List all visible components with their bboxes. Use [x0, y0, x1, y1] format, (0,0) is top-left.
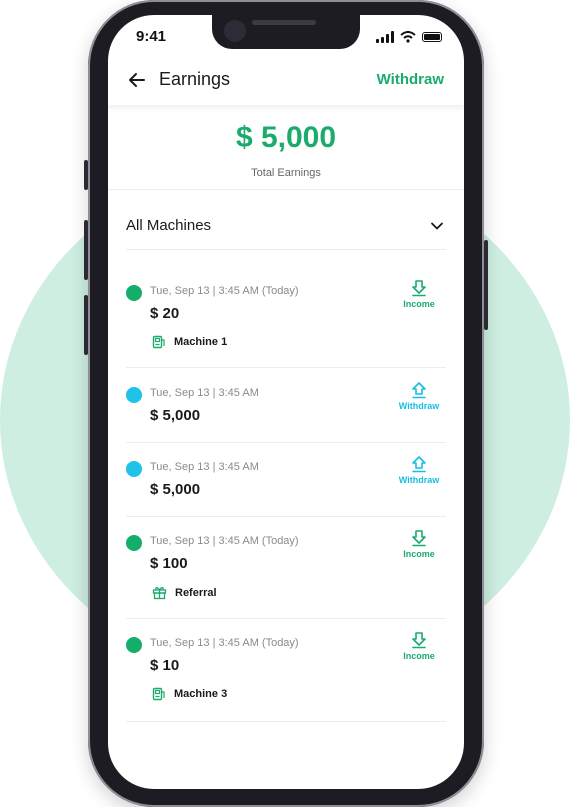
income-status-dot: [126, 637, 142, 653]
filter-selected-value: All Machines: [126, 217, 212, 234]
mute-switch: [84, 160, 88, 190]
transaction-source: Referral: [152, 585, 217, 600]
arrow-down-icon: [412, 632, 426, 649]
status-icons: [376, 31, 442, 43]
app-header: Earnings Withdraw: [108, 59, 464, 105]
income-type: Income: [392, 279, 446, 309]
transaction-amount: $ 20: [150, 305, 180, 322]
income-type: Income: [392, 631, 446, 661]
total-earnings-label: Total Earnings: [251, 167, 321, 179]
row-divider: [126, 721, 446, 722]
wifi-icon: [400, 31, 416, 43]
transaction-date: Tue, Sep 13 | 3:45 AM (Today): [150, 285, 299, 297]
transaction-item[interactable]: Tue, Sep 13 | 3:45 AM (Today) $ 100 Refe…: [126, 530, 446, 605]
volume-up-button: [84, 220, 88, 280]
withdraw-type: Withdraw: [392, 381, 446, 411]
arrow-down-icon: [412, 280, 426, 297]
source-label: Referral: [175, 586, 217, 599]
row-divider: [126, 516, 446, 517]
phone-screen: 9:41 Earnings Withdraw $ 5,000 Total Ear…: [108, 15, 464, 789]
row-divider: [126, 618, 446, 619]
chevron-down-icon: [431, 222, 443, 230]
income-status-dot: [126, 285, 142, 301]
source-label: Machine 3: [174, 688, 228, 700]
filter-divider: [126, 249, 446, 250]
arrow-up-icon: [412, 456, 426, 473]
transaction-item[interactable]: Tue, Sep 13 | 3:45 AM (Today) $ 10 Machi…: [126, 632, 446, 707]
transaction-source: Machine 3: [152, 687, 227, 701]
transaction-item[interactable]: Tue, Sep 13 | 3:45 AM $ 5,000 Withdraw: [126, 456, 446, 501]
type-label: Income: [403, 299, 435, 309]
battery-icon: [422, 32, 442, 42]
transaction-item[interactable]: Tue, Sep 13 | 3:45 AM (Today) $ 20 Machi…: [126, 280, 446, 355]
transaction-date: Tue, Sep 13 | 3:45 AM (Today): [150, 535, 299, 547]
gift-icon: [152, 587, 167, 600]
transaction-item[interactable]: Tue, Sep 13 | 3:45 AM $ 5,000 Withdraw: [126, 382, 446, 427]
income-status-dot: [126, 535, 142, 551]
signal-icon: [376, 31, 394, 43]
summary-divider: [108, 189, 464, 190]
row-divider: [126, 367, 446, 368]
arrow-down-icon: [412, 530, 426, 547]
page-title: Earnings: [159, 69, 231, 89]
camera-icon: [224, 20, 246, 42]
source-label: Machine 1: [174, 336, 228, 348]
withdraw-type: Withdraw: [392, 455, 446, 485]
transaction-amount: $ 10: [150, 657, 180, 674]
transaction-amount: $ 100: [150, 555, 188, 572]
back-arrow-icon[interactable]: [128, 71, 146, 89]
speaker: [252, 20, 316, 25]
transaction-date: Tue, Sep 13 | 3:45 AM (Today): [150, 637, 299, 649]
withdraw-status-dot: [126, 461, 142, 477]
income-type: Income: [392, 529, 446, 559]
transaction-amount: $ 5,000: [150, 407, 201, 424]
type-label: Withdraw: [398, 475, 440, 485]
type-label: Income: [403, 549, 435, 559]
notch: [212, 15, 360, 49]
volume-down-button: [84, 295, 88, 355]
power-button: [484, 240, 488, 330]
arrow-up-icon: [412, 382, 426, 399]
total-earnings-amount: $ 5,000: [235, 121, 337, 154]
row-divider: [126, 442, 446, 443]
status-time: 9:41: [136, 28, 167, 45]
type-label: Withdraw: [398, 401, 440, 411]
withdraw-status-dot: [126, 387, 142, 403]
transaction-source: Machine 1: [152, 335, 227, 349]
transaction-date: Tue, Sep 13 | 3:45 AM: [150, 387, 259, 399]
machine-icon: [152, 335, 165, 349]
type-label: Income: [403, 651, 435, 661]
transaction-date: Tue, Sep 13 | 3:45 AM: [150, 461, 259, 473]
withdraw-button[interactable]: Withdraw: [377, 71, 444, 88]
machine-icon: [152, 687, 165, 701]
transaction-amount: $ 5,000: [150, 481, 201, 498]
machine-filter-dropdown[interactable]: All Machines: [126, 215, 446, 239]
